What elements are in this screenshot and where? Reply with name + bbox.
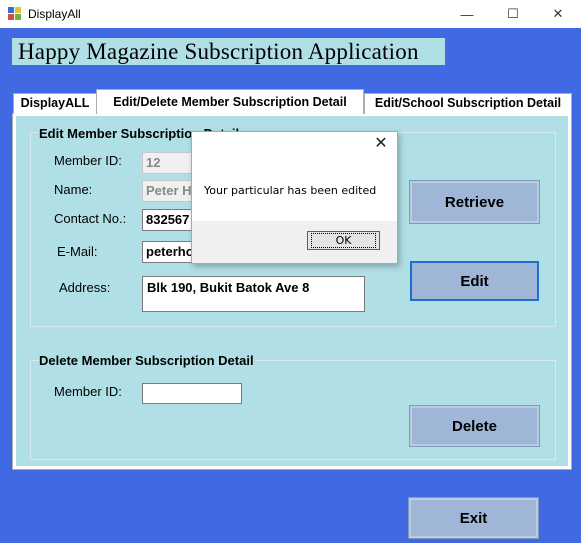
dialog-close-icon[interactable]: ✕: [373, 136, 389, 152]
delete-button[interactable]: Delete: [409, 405, 540, 447]
dialog-message: Your particular has been edited: [204, 184, 377, 197]
exit-button[interactable]: Exit: [408, 497, 539, 539]
app-icon: [8, 7, 21, 20]
delete-member-id-field[interactable]: [142, 383, 242, 404]
edit-button[interactable]: Edit: [410, 261, 539, 301]
dialog-ok-button[interactable]: OK: [307, 231, 380, 250]
name-label: Name:: [54, 182, 93, 197]
member-id-label: Member ID:: [54, 153, 122, 168]
tab-edit-school[interactable]: Edit/School Subscription Detail: [364, 93, 572, 114]
maximize-icon[interactable]: ☐: [490, 0, 536, 28]
retrieve-button[interactable]: Retrieve: [409, 180, 540, 224]
tab-edit-delete-member[interactable]: Edit/Delete Member Subscription Detail: [96, 89, 364, 114]
address-field[interactable]: Blk 190, Bukit Batok Ave 8: [142, 276, 365, 312]
contact-label: Contact No.:: [54, 211, 127, 226]
dialog-ok-label: OK: [310, 233, 377, 248]
email-label: E-Mail:: [57, 244, 98, 259]
close-icon[interactable]: ✕: [535, 0, 581, 28]
window-title: DisplayAll: [28, 7, 81, 21]
minimize-icon[interactable]: —: [444, 0, 490, 28]
delete-member-id-label: Member ID:: [54, 384, 122, 399]
delete-member-group-title: Delete Member Subscription Detail: [39, 353, 256, 368]
tab-displayall[interactable]: DisplayALL: [13, 93, 97, 114]
address-label: Address:: [59, 280, 111, 295]
app-heading: Happy Magazine Subscription Application: [12, 38, 445, 65]
